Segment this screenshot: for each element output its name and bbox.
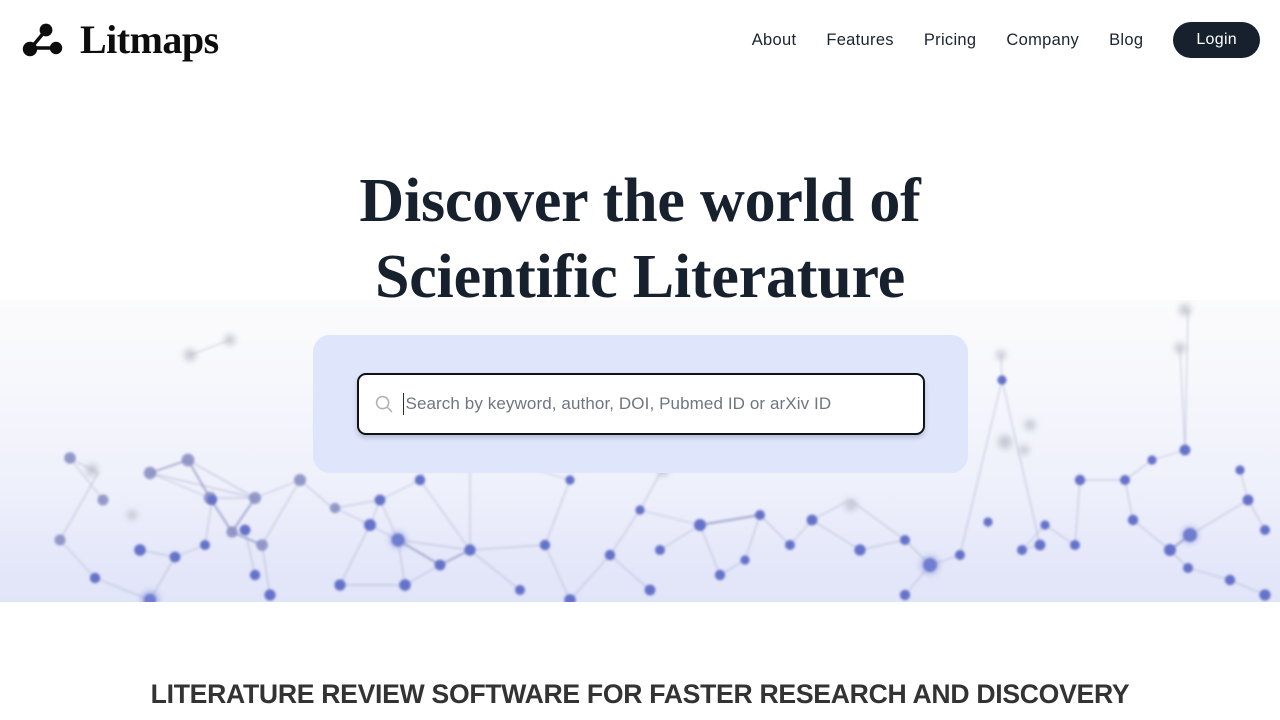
- brand-logo[interactable]: Litmaps: [20, 19, 219, 61]
- main-navigation: About Features Pricing Company Blog Logi…: [737, 22, 1260, 58]
- nav-link-pricing[interactable]: Pricing: [909, 23, 992, 58]
- litmaps-node-logo-icon: [22, 23, 63, 57]
- search-panel: Search by keyword, author, DOI, Pubmed I…: [313, 335, 968, 473]
- search-input-placeholder[interactable]: Search by keyword, author, DOI, Pubmed I…: [406, 394, 832, 414]
- search-box[interactable]: Search by keyword, author, DOI, Pubmed I…: [356, 373, 925, 435]
- site-header: Litmaps About Features Pricing Company B…: [0, 0, 1280, 80]
- search-icon: [375, 395, 392, 413]
- login-button[interactable]: Login: [1173, 22, 1260, 58]
- nav-link-blog[interactable]: Blog: [1094, 23, 1158, 58]
- brand-name: Litmaps: [80, 17, 219, 62]
- nav-link-company[interactable]: Company: [991, 23, 1094, 58]
- hero-heading-line-1: Discover the world of: [359, 167, 921, 235]
- nav-link-about[interactable]: About: [737, 23, 812, 58]
- text-cursor: [402, 393, 404, 415]
- page-title: Discover the world of Scientific Literat…: [0, 163, 1280, 315]
- hero-heading-line-2: Scientific Literature: [374, 243, 906, 311]
- tagline-text: LITERATURE REVIEW SOFTWARE FOR FASTER RE…: [150, 679, 1130, 709]
- nav-link-features[interactable]: Features: [811, 23, 909, 58]
